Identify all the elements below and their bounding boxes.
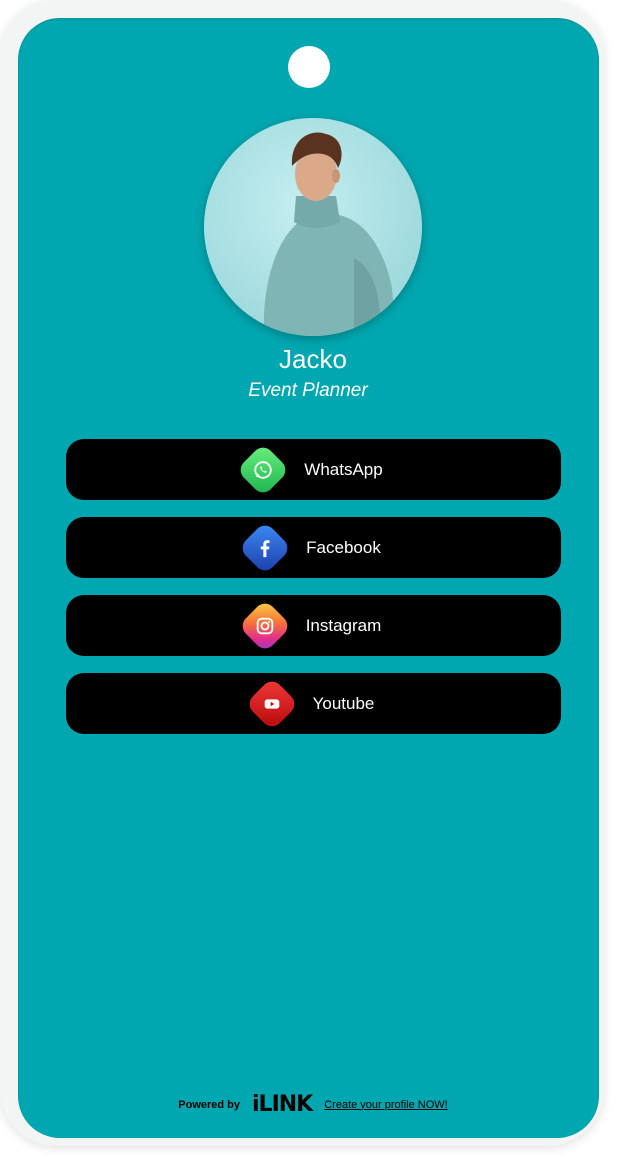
facebook-button[interactable]: Facebook bbox=[66, 517, 561, 578]
youtube-icon bbox=[244, 676, 299, 731]
youtube-label: Youtube bbox=[312, 693, 375, 713]
avatar bbox=[204, 118, 422, 336]
instagram-label: Instagram bbox=[305, 615, 382, 635]
whatsapp-label: WhatsApp bbox=[304, 459, 383, 479]
facebook-icon bbox=[238, 520, 293, 575]
whatsapp-icon bbox=[236, 442, 291, 497]
youtube-button[interactable]: Youtube bbox=[66, 673, 561, 734]
instagram-icon bbox=[237, 598, 292, 653]
powered-by-text: Powered by bbox=[178, 1098, 241, 1111]
lanyard-hole bbox=[288, 46, 330, 88]
profile-name: Jacko bbox=[279, 344, 347, 374]
whatsapp-button[interactable]: WhatsApp bbox=[66, 439, 561, 500]
create-profile-link[interactable]: Create your profile NOW! bbox=[324, 1099, 447, 1111]
ilink-logo[interactable]: iLINK bbox=[252, 1092, 313, 1117]
instagram-button[interactable]: Instagram bbox=[66, 595, 561, 656]
footer: Powered by iLINK Create your profile NOW… bbox=[0, 1092, 626, 1117]
social-links: WhatsApp Facebook Instagram Youtube bbox=[66, 439, 561, 751]
profile-role: Event Planner bbox=[248, 380, 368, 401]
facebook-label: Facebook bbox=[306, 537, 381, 557]
